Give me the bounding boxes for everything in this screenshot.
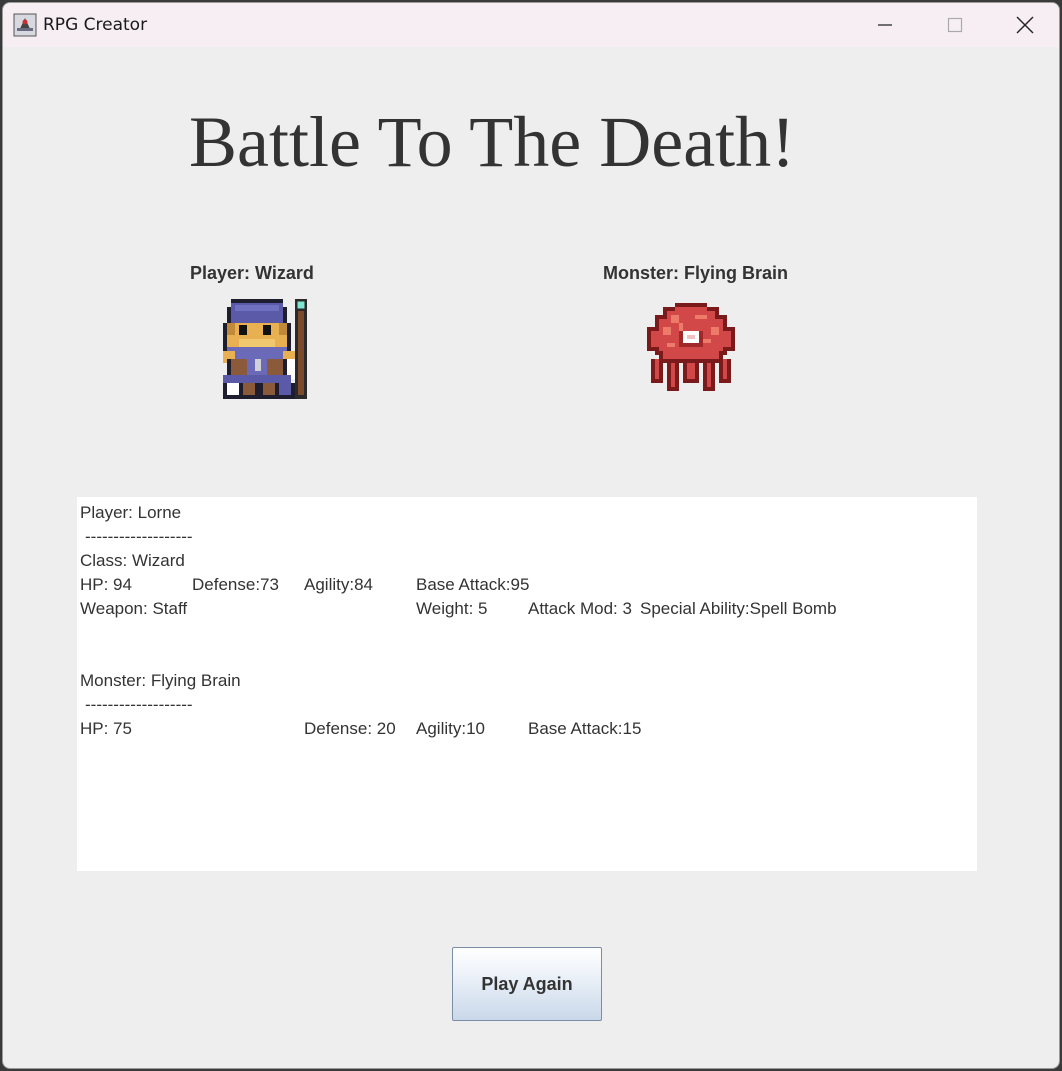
battle-stats-panel: Player: Lorne ------------------- Class:…	[77, 497, 977, 871]
flying-brain-sprite	[647, 303, 735, 391]
close-button[interactable]	[991, 3, 1059, 47]
rpg-app-icon	[13, 13, 37, 37]
divider: -------------------	[85, 527, 193, 546]
weapon-special-ability: Special Ability:Spell Bomb	[640, 599, 837, 618]
weapon-attack-mod: Attack Mod: 3	[528, 599, 632, 618]
monster-agility: Agility:10	[416, 719, 485, 738]
player-weapon: Weapon: Staff	[80, 599, 188, 618]
play-again-button[interactable]: Play Again	[452, 947, 602, 1021]
minimize-icon	[878, 24, 892, 26]
player-defense: Defense:73	[192, 575, 279, 594]
page-title: Battle To The Death!	[189, 102, 796, 182]
monster-defense: Defense: 20	[304, 719, 396, 738]
title-bar[interactable]: RPG Creator	[3, 3, 1059, 47]
divider: -------------------	[85, 695, 193, 714]
close-icon	[1016, 16, 1034, 34]
player-agility: Agility:84	[304, 575, 373, 594]
window-title: RPG Creator	[43, 15, 148, 35]
player-hp: HP: 94	[80, 575, 132, 594]
maximize-icon	[947, 17, 963, 33]
player-label: Player: Wizard	[190, 263, 314, 283]
monster-name: Monster: Flying Brain	[80, 671, 241, 690]
monster-base-attack: Base Attack:15	[528, 719, 642, 738]
player-base-attack: Base Attack:95	[416, 575, 530, 594]
weapon-weight: Weight: 5	[416, 599, 488, 618]
maximize-button[interactable]	[921, 3, 989, 47]
wizard-sprite	[223, 299, 307, 399]
player-class: Class: Wizard	[80, 551, 185, 570]
monster-label: Monster: Flying Brain	[603, 263, 789, 283]
app-window: RPG Creator Battle To The Death! Player:…	[2, 2, 1060, 1069]
monster-hp: HP: 75	[80, 719, 132, 738]
player-name: Player: Lorne	[80, 503, 182, 522]
minimize-button[interactable]	[851, 3, 919, 47]
